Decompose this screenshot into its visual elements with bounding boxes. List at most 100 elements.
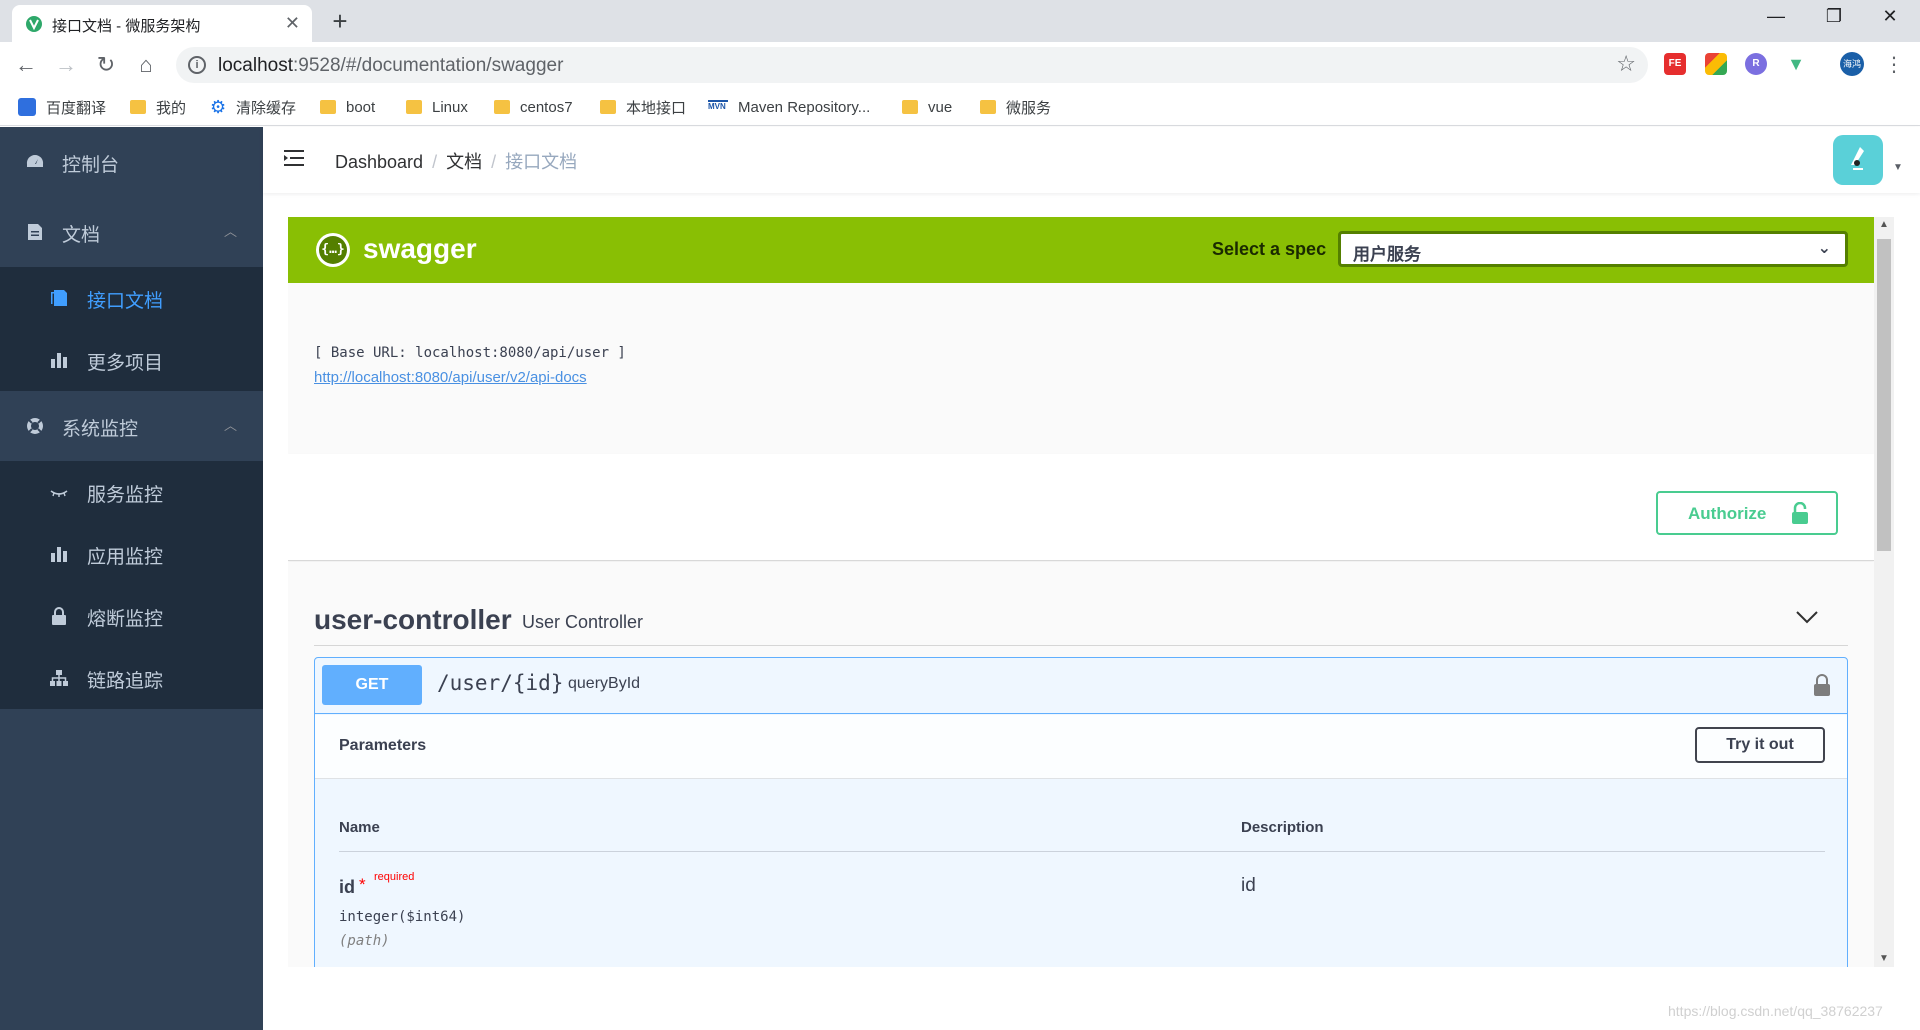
docs-submenu: 接口文档 更多项目 <box>0 267 263 391</box>
bookmark-baidu-fanyi[interactable]: 百度翻译 <box>18 96 106 118</box>
sidebar-item-monitor[interactable]: 系统监控 ︿ <box>0 391 263 461</box>
tag-description: User Controller <box>522 612 644 632</box>
restore-button[interactable]: ❐ <box>1814 6 1854 27</box>
sidebar-item-label: 应用监控 <box>87 547 164 568</box>
sidebar-item-tracing[interactable]: 链路追踪 <box>0 647 263 709</box>
api-docs-link[interactable]: http://localhost:8080/api/user/v2/api-do… <box>314 369 587 386</box>
scroll-thumb[interactable] <box>1877 239 1891 551</box>
vue-devtools-icon[interactable]: ▼ <box>1785 53 1807 75</box>
bookmarks-bar: 百度翻译 我的 ⚙ 清除缓存 boot Linux centos7 本地接口 M… <box>0 88 1920 126</box>
auth-wrapper: Authorize <box>288 454 1874 561</box>
spec-select[interactable]: 用户服务 ⌄ <box>1338 231 1848 267</box>
swagger-logo-glyph: {…} <box>319 236 347 264</box>
window-close-button[interactable]: ✕ <box>1870 6 1910 27</box>
browser-tabstrip: 接口文档 - 微服务架构 ✕ + — ❐ ✕ <box>0 0 1920 42</box>
authorize-button[interactable]: Authorize <box>1656 491 1838 535</box>
sidebar-item-api-docs[interactable]: 接口文档 <box>0 267 263 329</box>
bookmark-label: 清除缓存 <box>236 99 297 117</box>
bookmark-label: 本地接口 <box>626 99 687 117</box>
try-it-out-button[interactable]: Try it out <box>1695 727 1825 763</box>
bookmark-microservice[interactable]: 微服务 <box>980 96 1051 118</box>
column-header-name: Name <box>339 819 380 836</box>
bookmark-centos7[interactable]: centos7 <box>494 96 573 118</box>
user-avatar[interactable] <box>1833 135 1883 185</box>
minimize-button[interactable]: — <box>1756 6 1796 27</box>
chevron-up-icon: ︿ <box>223 418 237 433</box>
sidebar-item-app-monitor[interactable]: 应用监控 <box>0 523 263 585</box>
bar-chart-icon <box>51 353 67 368</box>
tree-structure-icon <box>50 670 68 686</box>
parameter-type: integer($int64) <box>339 909 466 925</box>
table-divider <box>339 851 1825 852</box>
bookmark-boot[interactable]: boot <box>320 96 375 118</box>
bookmark-label: 百度翻译 <box>46 99 107 117</box>
url-path: :9528/#/documentation/swagger <box>293 55 564 76</box>
bookmark-clear-cache[interactable]: ⚙ 清除缓存 <box>210 96 296 118</box>
bookmark-label: vue <box>928 98 953 116</box>
bookmark-label: 微服务 <box>1006 99 1052 117</box>
url-host: localhost <box>218 55 293 76</box>
bookmark-wode[interactable]: 我的 <box>130 96 186 118</box>
colorful-extension-icon[interactable] <box>1705 53 1727 75</box>
chevron-down-icon[interactable] <box>1796 610 1818 624</box>
parameter-name: id <box>339 877 355 897</box>
folder-icon <box>320 100 336 114</box>
method-badge: GET <box>322 665 422 705</box>
operation-path: /user/{id} <box>437 671 564 695</box>
sidebar-item-console[interactable]: 控制台 <box>0 127 263 197</box>
bookmark-label: Linux <box>432 98 468 116</box>
required-label: required <box>374 871 415 883</box>
fe-extension-icon[interactable]: FE <box>1664 53 1686 75</box>
tab-close-icon[interactable]: ✕ <box>285 13 300 34</box>
sidebar-item-label: 链路追踪 <box>87 671 164 692</box>
browser-tab[interactable]: 接口文档 - 微服务架构 ✕ <box>12 5 312 42</box>
profile-avatar[interactable]: 海鸿 <box>1840 52 1864 76</box>
bookmark-maven[interactable]: MVN Maven Repository... <box>708 96 870 118</box>
sidebar-item-circuit-monitor[interactable]: 熔断监控 <box>0 585 263 647</box>
select-spec-label: Select a spec <box>1212 239 1327 259</box>
mvn-icon: MVN <box>708 100 728 114</box>
tag-header[interactable]: user-controller User Controller <box>314 598 1848 646</box>
bookmark-label: centos7 <box>520 98 573 116</box>
swagger-topbar: {…} swagger Select a spec 用户服务 ⌄ <box>288 217 1874 283</box>
new-tab-button[interactable]: + <box>326 6 354 37</box>
bookmark-local-api[interactable]: 本地接口 <box>600 96 686 118</box>
sidebar-item-label: 接口文档 <box>87 291 164 312</box>
monitor-submenu: 服务监控 应用监控 熔断监控 链路追踪 <box>0 461 263 709</box>
browser-menu-icon[interactable]: ⋮ <box>1884 52 1904 77</box>
parameters-title: Parameters <box>339 737 427 754</box>
bookmark-linux[interactable]: Linux <box>406 96 468 118</box>
bookmark-vue[interactable]: vue <box>902 96 952 118</box>
back-arrow-icon[interactable]: ← <box>12 51 40 79</box>
breadcrumb-docs[interactable]: 文档 <box>446 152 482 172</box>
folder-icon <box>902 100 918 114</box>
forward-arrow-icon[interactable]: → <box>52 51 80 79</box>
tab-title: 接口文档 - 微服务架构 <box>52 18 201 35</box>
reload-icon[interactable]: ↻ <box>92 51 120 79</box>
sidebar-item-docs[interactable]: 文档 ︿ <box>0 197 263 267</box>
r-extension-icon[interactable]: R <box>1745 53 1767 75</box>
bar-chart-icon <box>51 547 67 562</box>
home-icon[interactable]: ⌂ <box>132 51 160 79</box>
scroll-down-arrow-icon[interactable]: ▼ <box>1879 953 1889 964</box>
lock-icon[interactable] <box>1813 674 1831 696</box>
lock-icon <box>52 607 66 625</box>
operation-summary[interactable]: GET /user/{id} queryById <box>315 658 1847 714</box>
scroll-up-arrow-icon[interactable]: ▲ <box>1879 219 1889 230</box>
breadcrumb-dashboard[interactable]: Dashboard <box>335 152 423 172</box>
sidebar-item-more-projects[interactable]: 更多项目 <box>0 329 263 391</box>
gear-icon: ⚙ <box>210 97 227 117</box>
address-url[interactable]: localhost:9528/#/documentation/swagger <box>218 55 563 77</box>
iframe-scrollbar[interactable]: ▲ ▼ <box>1874 217 1894 967</box>
api-info: [ Base URL: localhost:8080/api/user ] ht… <box>288 283 1874 454</box>
site-info-icon[interactable]: i <box>188 56 206 74</box>
breadcrumb-separator: / <box>432 152 438 172</box>
address-bar[interactable]: i localhost:9528/#/documentation/swagger… <box>176 47 1648 83</box>
folder-icon <box>980 100 996 114</box>
sidebar-item-service-monitor[interactable]: 服务监控 <box>0 461 263 523</box>
caret-down-icon[interactable]: ▼ <box>1893 162 1903 173</box>
hamburger-icon[interactable] <box>283 147 305 169</box>
swagger-brand: swagger <box>363 233 477 264</box>
sidebar-item-label: 更多项目 <box>87 353 164 374</box>
bookmark-star-icon[interactable]: ☆ <box>1616 51 1636 77</box>
